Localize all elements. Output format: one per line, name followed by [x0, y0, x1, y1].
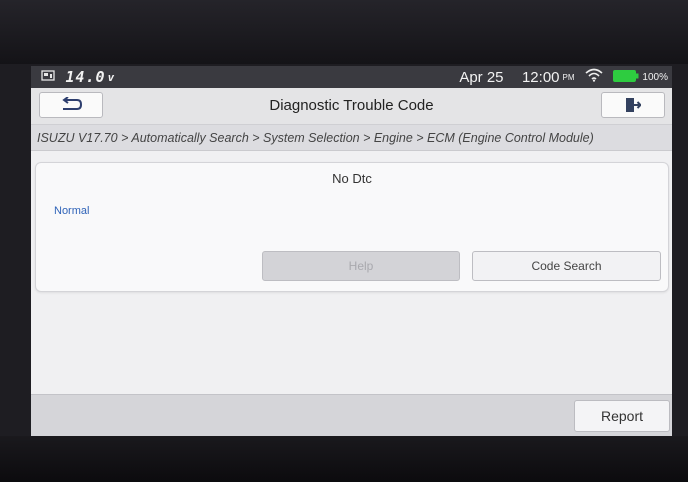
- help-button[interactable]: Help: [262, 251, 460, 281]
- exit-button[interactable]: [601, 92, 665, 118]
- status-ampm: PM: [562, 73, 575, 82]
- footer-bar: Report: [31, 394, 672, 436]
- device-bezel-top: [0, 0, 688, 64]
- device-screen: 14.0 v Apr 25 12:00 PM 100% Diagnostic T…: [31, 66, 672, 436]
- voltage-reading: 14.0 v: [65, 68, 116, 86]
- wifi-icon: [585, 68, 603, 87]
- dtc-panel: No Dtc Normal Help Code Search: [35, 162, 669, 292]
- breadcrumb: ISUZU V17.70 > Automatically Search > Sy…: [31, 125, 672, 151]
- dtc-status-text: Normal: [54, 205, 90, 217]
- voltage-unit: v: [107, 71, 116, 84]
- status-time: 12:00: [521, 69, 560, 86]
- status-date: Apr 25: [459, 69, 504, 86]
- status-right: Apr 25 12:00 PM 100%: [459, 68, 668, 86]
- battery-icon: [613, 69, 639, 87]
- title-bar: Diagnostic Trouble Code: [31, 88, 672, 125]
- code-search-button[interactable]: Code Search: [472, 251, 661, 281]
- status-left: 14.0 v: [41, 68, 115, 86]
- battery-percentage: 100%: [642, 72, 668, 83]
- report-button[interactable]: Report: [574, 400, 670, 432]
- status-bar: 14.0 v Apr 25 12:00 PM 100%: [31, 66, 672, 88]
- dtc-result-title: No Dtc: [332, 171, 372, 186]
- device-bezel-bottom: [0, 436, 688, 482]
- page-title: Diagnostic Trouble Code: [269, 97, 434, 114]
- vci-connection-icon: [41, 68, 55, 86]
